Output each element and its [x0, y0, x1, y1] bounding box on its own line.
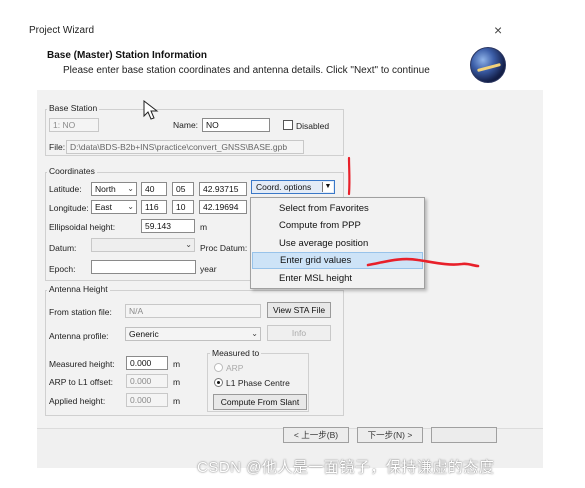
csdn-watermark: CSDN @他人是一面镜子，保持谦虚的态度 — [197, 459, 495, 476]
epoch-label: Epoch: — [49, 264, 76, 274]
latitude-direction-value: North — [95, 184, 116, 194]
disabled-label: Disabled — [296, 121, 330, 131]
antenna-height-group-title: Antenna Height — [47, 284, 110, 294]
name-label: Name: — [173, 120, 199, 130]
arp-offset-unit: m — [173, 377, 181, 387]
menu-item-compute-from-ppp[interactable]: Compute from PPP — [252, 217, 423, 234]
measured-height-label: Measured height: — [49, 359, 115, 369]
epoch-input[interactable] — [91, 260, 196, 274]
station-id-field: 1: NO — [49, 118, 99, 132]
height-unit: m — [200, 222, 208, 232]
arp-offset-field: 0.000 — [126, 374, 168, 388]
latitude-degrees-input[interactable]: 40 — [141, 182, 167, 196]
globe-logo-icon — [470, 47, 506, 83]
proc-datum-label: Proc Datum: — [200, 243, 248, 253]
dropdown-arrow-icon: ▼ — [322, 182, 333, 192]
file-path-field: D:\data\BDS-B2b+INS\practice\convert_GNS… — [66, 140, 304, 154]
arp-radio[interactable] — [214, 363, 223, 372]
menu-item-enter-grid-values[interactable]: Enter grid values — [252, 252, 423, 269]
coord-options-label: Coord. options — [256, 182, 312, 192]
longitude-direction-select[interactable]: East ⌄ — [91, 200, 137, 214]
coordinates-group-title: Coordinates — [47, 166, 97, 176]
datum-select[interactable]: ⌄ — [91, 238, 195, 252]
measured-height-input[interactable]: 0.000 — [126, 356, 168, 370]
menu-item-enter-msl-height[interactable]: Enter MSL height — [252, 270, 423, 287]
latitude-label: Latitude: — [49, 184, 82, 194]
antenna-profile-select[interactable]: Generic ⌄ — [125, 327, 261, 341]
measured-height-unit: m — [173, 359, 181, 369]
menu-item-select-from-favorites[interactable]: Select from Favorites — [252, 200, 423, 217]
chevron-down-icon: ⌄ — [185, 240, 192, 249]
compute-from-slant-button[interactable]: Compute From Slant — [213, 394, 307, 410]
file-label: File: — [49, 142, 66, 152]
next-button[interactable]: 下一步(N) > — [357, 427, 423, 443]
longitude-direction-value: East — [95, 202, 113, 212]
coord-options-menu: Select from Favorites Compute from PPP U… — [250, 197, 425, 289]
latitude-seconds-input[interactable]: 42.93715 — [199, 182, 247, 196]
back-button[interactable]: < 上一步(B) — [283, 427, 349, 443]
ellipsoidal-height-input[interactable]: 59.143 — [141, 219, 195, 233]
longitude-minutes-input[interactable]: 10 — [172, 200, 194, 214]
finish-button[interactable] — [431, 427, 497, 443]
chevron-down-icon: ⌄ — [251, 329, 258, 338]
l1-phase-centre-label: L1 Phase Centre — [226, 378, 290, 388]
measured-to-group-title: Measured to — [210, 348, 262, 358]
epoch-unit: year — [200, 264, 217, 274]
ellipsoidal-height-label: Ellipsoidal height: — [49, 222, 116, 232]
applied-height-field: 0.000 — [126, 393, 168, 407]
chevron-down-icon: ⌄ — [127, 184, 134, 193]
mouse-cursor-icon — [143, 100, 159, 120]
latitude-minutes-input[interactable]: 05 — [172, 182, 194, 196]
from-station-label: From station file: — [49, 307, 112, 317]
name-input[interactable]: NO — [202, 118, 270, 132]
info-button[interactable]: Info — [267, 325, 331, 341]
applied-height-unit: m — [173, 396, 181, 406]
arp-radio-label: ARP — [226, 363, 244, 373]
close-icon[interactable]: × — [494, 23, 502, 37]
arp-offset-label: ARP to L1 offset: — [49, 377, 113, 387]
datum-label: Datum: — [49, 243, 77, 253]
disabled-checkbox[interactable] — [283, 120, 293, 130]
antenna-profile-label: Antenna profile: — [49, 331, 109, 341]
longitude-label: Longitude: — [49, 203, 89, 213]
applied-height-label: Applied height: — [49, 396, 106, 406]
title-bar: Project Wizard × — [0, 0, 585, 44]
l1-phase-centre-radio[interactable] — [214, 378, 223, 387]
window-title: Project Wizard — [29, 25, 95, 36]
chevron-down-icon: ⌄ — [127, 202, 134, 211]
antenna-profile-value: Generic — [129, 329, 159, 339]
longitude-degrees-input[interactable]: 116 — [141, 200, 167, 214]
view-sta-file-button[interactable]: View STA File — [267, 302, 331, 318]
latitude-direction-select[interactable]: North ⌄ — [91, 182, 137, 196]
from-station-field: N/A — [125, 304, 261, 318]
page-subtitle: Please enter base station coordinates an… — [63, 65, 430, 76]
page-title: Base (Master) Station Information — [47, 50, 208, 61]
menu-item-use-average-position[interactable]: Use average position — [252, 235, 423, 252]
longitude-seconds-input[interactable]: 42.19694 — [199, 200, 247, 214]
base-station-group-title: Base Station — [47, 103, 100, 113]
coord-options-button[interactable]: Coord. options ▼ — [251, 180, 335, 194]
